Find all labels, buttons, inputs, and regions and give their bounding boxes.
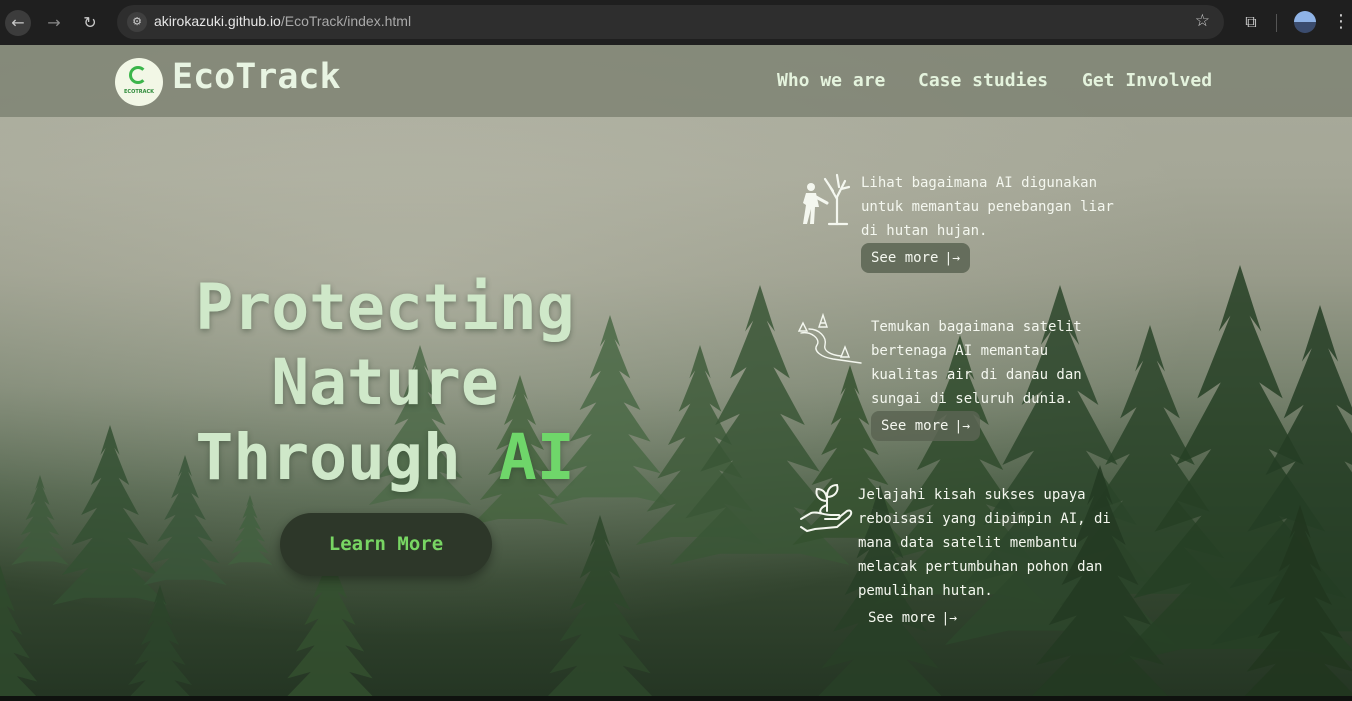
nav-get-involved[interactable]: Get Involved <box>1082 70 1212 91</box>
nav-who-we-are[interactable]: Who we are <box>777 70 885 91</box>
card-1-text: Lihat bagaimana AI digunakan untuk meman… <box>861 175 1114 239</box>
hero-ai-highlight: AI <box>498 421 575 494</box>
conifer-tree <box>227 495 273 565</box>
nav-case-studies[interactable]: Case studies <box>918 70 1048 91</box>
logo-wordmark: ECOTRACK <box>123 89 154 95</box>
card-1-see-more-label: See more <box>871 250 939 266</box>
card-3-see-more[interactable]: See more |→ <box>858 603 967 633</box>
learn-more-button[interactable]: Learn More <box>280 513 492 576</box>
plant-in-hand-icon <box>800 483 853 533</box>
arrow-right-to-bar-icon: |→ <box>954 419 971 434</box>
browser-toolbar: ← → ↻ ⚙ akirokazuki.github.io/EcoTrack/i… <box>0 0 1352 45</box>
bookmark-star-icon[interactable]: ☆ <box>1195 11 1210 31</box>
ecotrack-logo[interactable]: ECOTRACK <box>115 58 163 106</box>
conifer-tree <box>11 475 69 565</box>
hero-line-3: Through AI <box>150 420 620 495</box>
hero-heading: Protecting Nature Through AI <box>150 270 620 495</box>
url-text[interactable]: akirokazuki.github.io/EcoTrack/index.htm… <box>154 13 411 29</box>
brand-name[interactable]: EcoTrack <box>172 57 341 97</box>
leaf-logo-icon <box>129 66 147 84</box>
hero-line-1: Protecting <box>195 271 575 344</box>
conifer-tree <box>125 585 195 701</box>
page-bottom-edge <box>0 696 1352 701</box>
river-icon <box>797 313 862 364</box>
hero-line-2: Nature <box>271 346 499 419</box>
arrow-right-to-bar-icon: |→ <box>941 611 958 626</box>
page-viewport: ECOTRACK EcoTrack Who we are Case studie… <box>0 45 1352 701</box>
card-2-see-more-label: See more <box>881 418 949 434</box>
card-3-text: Jelajahi kisah sukses upaya reboisasi ya… <box>858 487 1111 599</box>
reload-button[interactable]: ↻ <box>77 10 103 36</box>
arrow-right-to-bar-icon: |→ <box>944 251 961 266</box>
address-bar[interactable]: ⚙ akirokazuki.github.io/EcoTrack/index.h… <box>117 5 1224 39</box>
toolbar-divider <box>1276 14 1277 32</box>
hero-line-3-prefix: Through <box>195 421 461 494</box>
url-host: akirokazuki.github.io <box>154 13 281 29</box>
card-2-see-more[interactable]: See more |→ <box>871 411 981 441</box>
card-3-see-more-label: See more <box>868 610 936 626</box>
forward-button[interactable]: → <box>41 10 67 36</box>
site-header: ECOTRACK EcoTrack Who we are Case studie… <box>0 45 1352 117</box>
card-2-text: Temukan bagaimana satelit bertenaga AI m… <box>871 319 1082 407</box>
site-info-icon[interactable]: ⚙ <box>127 12 147 32</box>
conifer-tree <box>0 565 41 701</box>
url-path: /EcoTrack/index.html <box>280 13 412 29</box>
back-button[interactable]: ← <box>5 10 31 36</box>
extensions-puzzle-icon[interactable]: ⧉ <box>1240 11 1262 33</box>
card-1-see-more[interactable]: See more |→ <box>861 243 971 273</box>
profile-avatar[interactable] <box>1294 11 1316 33</box>
browser-menu-icon[interactable]: ⋮ <box>1332 10 1350 34</box>
tree-cutting-icon <box>803 173 851 226</box>
